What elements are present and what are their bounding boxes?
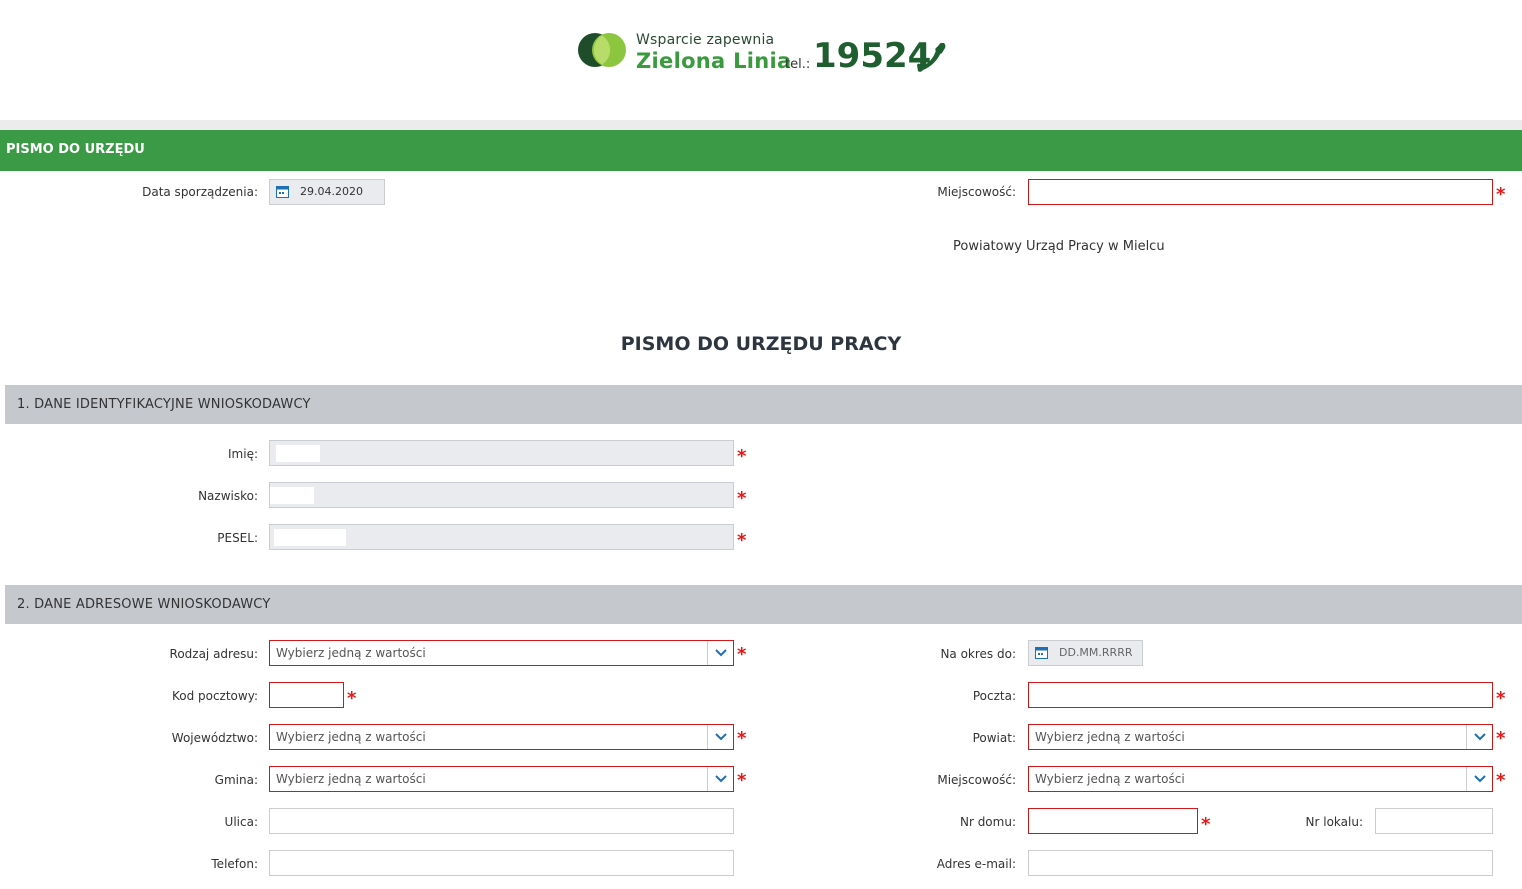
zielona-linia-logo-icon	[578, 33, 626, 67]
email-input[interactable]	[1028, 850, 1493, 876]
form-title-bar: PISMO DO URZĘDU	[0, 130, 1522, 171]
section-identification-title: 1. DANE IDENTYFIKACYJNE WNIOSKODAWCY	[17, 397, 311, 412]
calendar-icon	[276, 186, 289, 198]
chevron-down-icon	[715, 649, 727, 657]
required-mark: *	[737, 644, 747, 665]
apartment-no-input[interactable]	[1375, 808, 1493, 834]
redacted-value	[270, 487, 314, 504]
pesel-field[interactable]	[269, 524, 734, 550]
date-label: Data sporządzenia:	[142, 185, 258, 199]
document-title: PISMO DO URZĘDU PRACY	[620, 333, 902, 355]
dropdown-toggle[interactable]	[1466, 725, 1492, 749]
street-input[interactable]	[269, 808, 734, 834]
locality-value: Wybierz jedną z wartości	[1035, 772, 1185, 786]
county-label: Powiat:	[972, 731, 1016, 745]
pesel-label: PESEL:	[217, 531, 258, 545]
valid-until-label: Na okres do:	[940, 647, 1016, 661]
required-mark: *	[737, 770, 747, 791]
section-identification-header: 1. DANE IDENTYFIKACYJNE WNIOSKODAWCY	[5, 385, 1522, 424]
locality-label: Miejscowość:	[937, 773, 1016, 787]
phone-input[interactable]	[269, 850, 734, 876]
city-label: Miejscowość:	[937, 185, 1016, 199]
dropdown-toggle[interactable]	[707, 641, 733, 665]
brand-name: Zielona Linia	[636, 49, 792, 73]
address-type-label: Rodzaj adresu:	[169, 647, 258, 661]
dropdown-toggle[interactable]	[707, 725, 733, 749]
required-mark: *	[737, 728, 747, 749]
voivodeship-value: Wybierz jedną z wartości	[276, 730, 426, 744]
postal-code-input[interactable]	[269, 682, 344, 708]
commune-select[interactable]: Wybierz jedną z wartości	[269, 766, 734, 792]
required-mark: *	[1496, 688, 1506, 709]
commune-value: Wybierz jedną z wartości	[276, 772, 426, 786]
phone-icon	[917, 43, 946, 72]
house-no-input[interactable]	[1028, 808, 1198, 834]
house-no-label: Nr domu:	[959, 815, 1016, 829]
required-mark: *	[737, 488, 747, 509]
county-select[interactable]: Wybierz jedną z wartości	[1028, 724, 1493, 750]
post-office-input[interactable]	[1028, 682, 1493, 708]
first-name-label: Imię:	[228, 447, 258, 461]
address-type-select[interactable]: Wybierz jedną z wartości	[269, 640, 734, 666]
form-title: PISMO DO URZĘDU	[6, 142, 145, 157]
calendar-icon	[1035, 647, 1048, 659]
required-mark: *	[1496, 728, 1506, 749]
brand-tagline: Wsparcie zapewnia	[636, 32, 775, 48]
date-field[interactable]: 29.04.2020	[269, 179, 385, 205]
valid-until-placeholder: DD.MM.RRRR	[1059, 646, 1133, 659]
dropdown-toggle[interactable]	[1466, 767, 1492, 791]
required-mark: *	[1201, 814, 1211, 835]
zielona-linia-brand: Wsparcie zapewnia Zielona Linia tel.: 19…	[578, 30, 958, 80]
section-address-header: 2. DANE ADRESOWE WNIOSKODAWCY	[5, 585, 1522, 624]
county-value: Wybierz jedną z wartości	[1035, 730, 1185, 744]
locality-select[interactable]: Wybierz jedną z wartości	[1028, 766, 1493, 792]
email-label: Adres e-mail:	[936, 857, 1016, 871]
chevron-down-icon	[1474, 775, 1486, 783]
last-name-field[interactable]	[269, 482, 734, 508]
chevron-down-icon	[1474, 733, 1486, 741]
redacted-value	[274, 529, 346, 546]
post-office-label: Poczta:	[972, 689, 1016, 703]
voivodeship-select[interactable]: Wybierz jedną z wartości	[269, 724, 734, 750]
redacted-value	[276, 445, 320, 462]
valid-until-field[interactable]: DD.MM.RRRR	[1028, 640, 1143, 666]
office-name: Powiatowy Urząd Pracy w Mielcu	[953, 239, 1165, 254]
chevron-down-icon	[715, 733, 727, 741]
date-value: 29.04.2020	[300, 185, 363, 198]
street-label: Ulica:	[224, 815, 258, 829]
required-mark: *	[737, 446, 747, 467]
chevron-down-icon	[715, 775, 727, 783]
apartment-no-label: Nr lokalu:	[1305, 815, 1363, 829]
commune-label: Gmina:	[214, 773, 258, 787]
phone-label: Telefon:	[211, 857, 258, 871]
voivodeship-label: Województwo:	[171, 731, 258, 745]
section-address-title: 2. DANE ADRESOWE WNIOSKODAWCY	[17, 597, 271, 612]
required-mark: *	[1496, 184, 1506, 205]
required-mark: *	[737, 530, 747, 551]
required-mark: *	[347, 688, 357, 709]
tel-label: tel.:	[785, 57, 811, 72]
required-mark: *	[1496, 770, 1506, 791]
last-name-label: Nazwisko:	[198, 489, 258, 503]
dropdown-toggle[interactable]	[707, 767, 733, 791]
top-divider	[0, 120, 1522, 130]
postal-code-label: Kod pocztowy:	[171, 689, 258, 703]
address-type-value: Wybierz jedną z wartości	[276, 646, 426, 660]
first-name-field[interactable]	[269, 440, 734, 466]
city-input[interactable]	[1028, 179, 1493, 205]
